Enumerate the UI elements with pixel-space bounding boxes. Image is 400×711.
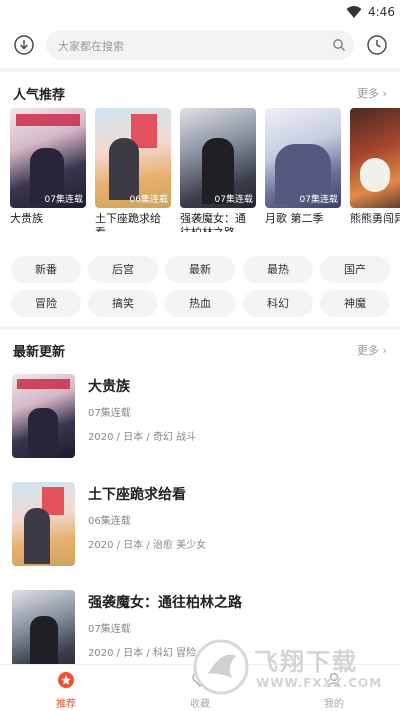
latest-item-title: 土下座跪求给看: [88, 487, 186, 503]
latest-item-title: 强袭魔女：通往柏林之路: [88, 595, 242, 611]
watermark-text: 飞翔下载: [254, 648, 358, 676]
latest-item-status: 07集连载: [88, 624, 131, 635]
cover-image: 07集连载: [10, 108, 86, 208]
latest-list-item[interactable]: 土下座跪求给看 06集连载 2020 / 日本 / 治愈 美少女: [12, 482, 388, 572]
popular-item[interactable]: 07集连载 大贵族: [10, 108, 86, 232]
search-placeholder: 大家都在搜索: [58, 40, 124, 53]
nav-recommend[interactable]: 推荐: [36, 671, 96, 710]
download-icon[interactable]: [13, 34, 35, 56]
cover-image: [12, 482, 75, 566]
popular-item[interactable]: 07集连载 月歌 第二季: [265, 108, 341, 232]
wifi-icon: [346, 6, 362, 18]
tag-chip[interactable]: 最新: [165, 256, 235, 283]
episode-badge: 07集连载: [214, 195, 253, 205]
cover-image: 07集连载: [180, 108, 256, 208]
popular-item-name: 土下座跪求给看: [95, 212, 161, 232]
history-icon[interactable]: [366, 34, 388, 56]
status-time: 4:46: [368, 5, 395, 19]
latest-list-item[interactable]: 大贵族 07集连载 2020 / 日本 / 奇幻 战斗: [12, 374, 388, 464]
tag-chip[interactable]: 国产: [320, 256, 390, 283]
latest-item-meta: 2020 / 日本 / 科幻 冒险: [88, 648, 197, 659]
cover-image: 06集连载: [95, 108, 171, 208]
latest-item-status: 06集连载: [88, 516, 131, 527]
search-row: 大家都在搜索: [0, 28, 400, 62]
popular-item-name: 熊熊勇闯异: [350, 212, 400, 225]
cover-image: 07集连载: [265, 108, 341, 208]
latest-item-meta: 2020 / 日本 / 奇幻 战斗: [88, 432, 197, 443]
tag-chip[interactable]: 后宫: [88, 256, 158, 283]
popular-item[interactable]: 熊熊勇闯异: [350, 108, 400, 232]
cover-image: [350, 108, 400, 208]
popular-more-link[interactable]: 更多 ›: [357, 85, 387, 101]
divider: [0, 326, 400, 330]
tag-chip[interactable]: 科幻: [243, 290, 313, 317]
tag-chip[interactable]: 神魔: [320, 290, 390, 317]
cover-image: [12, 590, 75, 674]
watermark-domain: WWW.FXXZ.COM: [256, 676, 383, 690]
popular-item[interactable]: 06集连载 土下座跪求给看: [95, 108, 171, 232]
latest-item-status: 07集连载: [88, 408, 131, 419]
popular-item-name: 大贵族: [10, 212, 43, 225]
latest-more-link[interactable]: 更多 ›: [357, 342, 387, 358]
popular-item-name: 强袭魔女：通往柏林之路: [180, 212, 246, 232]
divider: [0, 68, 400, 72]
episode-badge: 06集连载: [129, 195, 168, 205]
search-input[interactable]: 大家都在搜索: [46, 30, 354, 60]
status-bar: 4:46: [0, 0, 400, 26]
nav-label: 推荐: [56, 699, 76, 710]
episode-badge: 07集连载: [299, 195, 338, 205]
search-icon[interactable]: [332, 38, 346, 52]
watermark-icon: [193, 639, 249, 695]
latest-section-title: 最新更新: [13, 345, 66, 360]
episode-badge: 07集连载: [44, 195, 83, 205]
tag-chip[interactable]: 冒险: [11, 290, 81, 317]
tag-chip[interactable]: 搞笑: [88, 290, 158, 317]
latest-item-meta: 2020 / 日本 / 治愈 美少女: [88, 540, 207, 551]
watermark-logo: 飞翔下载 WWW.FXXZ.COM: [192, 636, 388, 698]
popular-item-name: 月歌 第二季: [265, 212, 324, 225]
tag-chip[interactable]: 热血: [165, 290, 235, 317]
popular-list: 07集连载 大贵族 06集连载 土下座跪求给看 07集连载 强袭魔女：通往柏林之…: [10, 108, 400, 232]
cover-image: [12, 374, 75, 458]
popular-section-title: 人气推荐: [13, 88, 66, 103]
recommend-icon: [58, 672, 74, 688]
popular-item[interactable]: 07集连载 强袭魔女：通往柏林之路: [180, 108, 256, 232]
latest-item-title: 大贵族: [88, 379, 130, 395]
tag-chip[interactable]: 最热: [243, 256, 313, 283]
tag-chip[interactable]: 新番: [11, 256, 81, 283]
